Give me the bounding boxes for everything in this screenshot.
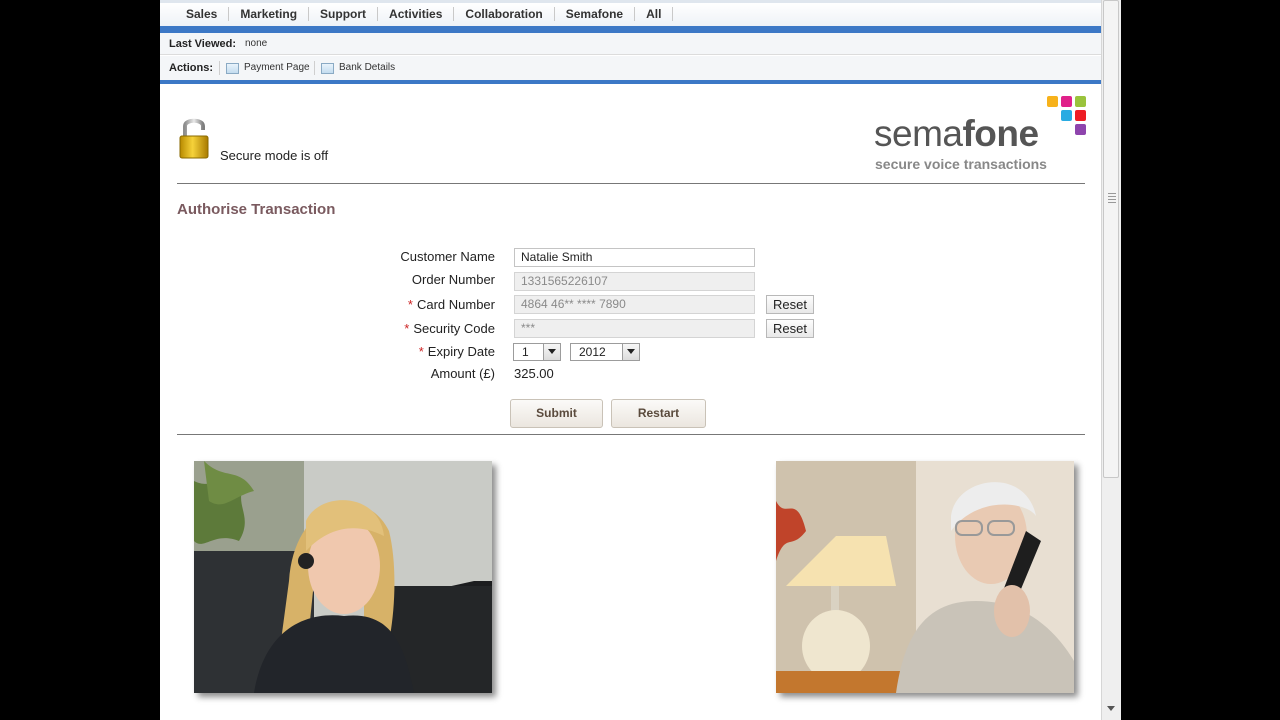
customer-name-label: Customer Name (400, 249, 495, 264)
tab-sales[interactable]: Sales (175, 7, 230, 21)
page-title: Authorise Transaction (177, 201, 336, 218)
logo-tagline: secure voice transactions (875, 156, 1047, 172)
grip-icon (1108, 193, 1116, 203)
form-divider (177, 434, 1085, 435)
scrollbar-thumb[interactable] (1103, 0, 1119, 478)
security-code-label: * Security Code (404, 321, 495, 336)
logo-square (1061, 96, 1072, 107)
bank-details-link[interactable]: Bank Details (321, 56, 395, 80)
reset-security-code-button[interactable]: Reset (766, 319, 814, 338)
tab-marketing[interactable]: Marketing (229, 7, 310, 21)
required-marker: * (404, 321, 410, 336)
tab-semafone[interactable]: Semafone (555, 7, 636, 21)
secure-mode-status: Secure mode is off (220, 148, 329, 163)
main-page: Sales Marketing Support Activities Colla… (160, 0, 1101, 720)
last-viewed-value: none (245, 38, 268, 49)
document-icon (321, 62, 334, 74)
tab-activities[interactable]: Activities (378, 7, 455, 21)
actions-separator (219, 61, 220, 75)
actions-label: Actions: (169, 62, 213, 74)
header-divider (177, 183, 1085, 184)
order-number-field: 1331565226107 (514, 272, 755, 291)
actions-separator (314, 61, 315, 75)
top-nav-bar: Sales Marketing Support Activities Colla… (160, 0, 1101, 26)
amount-value: 325.00 (514, 366, 554, 381)
tab-all[interactable]: All (635, 7, 674, 21)
customer-name-input[interactable]: Natalie Smith (514, 248, 755, 267)
last-viewed-bar: Last Viewed: none (160, 33, 1101, 55)
agent-photo (194, 461, 492, 693)
expiry-month-select[interactable]: 1 (513, 343, 561, 361)
logo-square (1075, 96, 1086, 107)
amount-label: Amount (£) (430, 366, 495, 381)
semafone-logo: semafone secure voice transactions (874, 96, 1088, 174)
logo-wordmark: semafone (874, 113, 1039, 154)
bank-details-label: Bank Details (339, 62, 396, 73)
chevron-down-icon (622, 344, 639, 360)
reset-card-number-button[interactable]: Reset (766, 295, 814, 314)
required-marker: * (418, 344, 424, 359)
card-number-label: * Card Number (407, 297, 495, 312)
required-marker: * (407, 297, 413, 312)
expiry-year-select[interactable]: 2012 (570, 343, 640, 361)
restart-button[interactable]: Restart (611, 399, 706, 428)
chevron-down-icon (543, 344, 560, 360)
payment-page-label: Payment Page (244, 62, 310, 73)
actions-divider-bar (160, 80, 1101, 84)
vertical-scrollbar[interactable] (1101, 0, 1121, 720)
last-viewed-label: Last Viewed: (169, 38, 237, 50)
actions-bar: Actions: Payment Page Bank Details (160, 56, 1101, 80)
logo-square (1075, 110, 1086, 121)
unlocked-padlock-icon (179, 118, 209, 159)
logo-square (1061, 110, 1072, 121)
card-number-field: 4864 46** **** 7890 (514, 295, 755, 314)
tab-support[interactable]: Support (309, 7, 379, 21)
tab-collaboration[interactable]: Collaboration (454, 7, 555, 21)
payment-page-link[interactable]: Payment Page (226, 56, 310, 80)
logo-square (1047, 96, 1058, 107)
customer-photo (776, 461, 1074, 693)
submit-button[interactable]: Submit (510, 399, 603, 428)
document-icon (226, 62, 239, 74)
logo-square (1075, 124, 1086, 135)
order-number-label: Order Number (411, 272, 495, 287)
security-code-field: *** (514, 319, 755, 338)
nav-divider-bar (160, 26, 1101, 33)
expiry-date-label: * Expiry Date (418, 344, 495, 359)
scroll-down-arrow-icon[interactable] (1107, 706, 1115, 711)
